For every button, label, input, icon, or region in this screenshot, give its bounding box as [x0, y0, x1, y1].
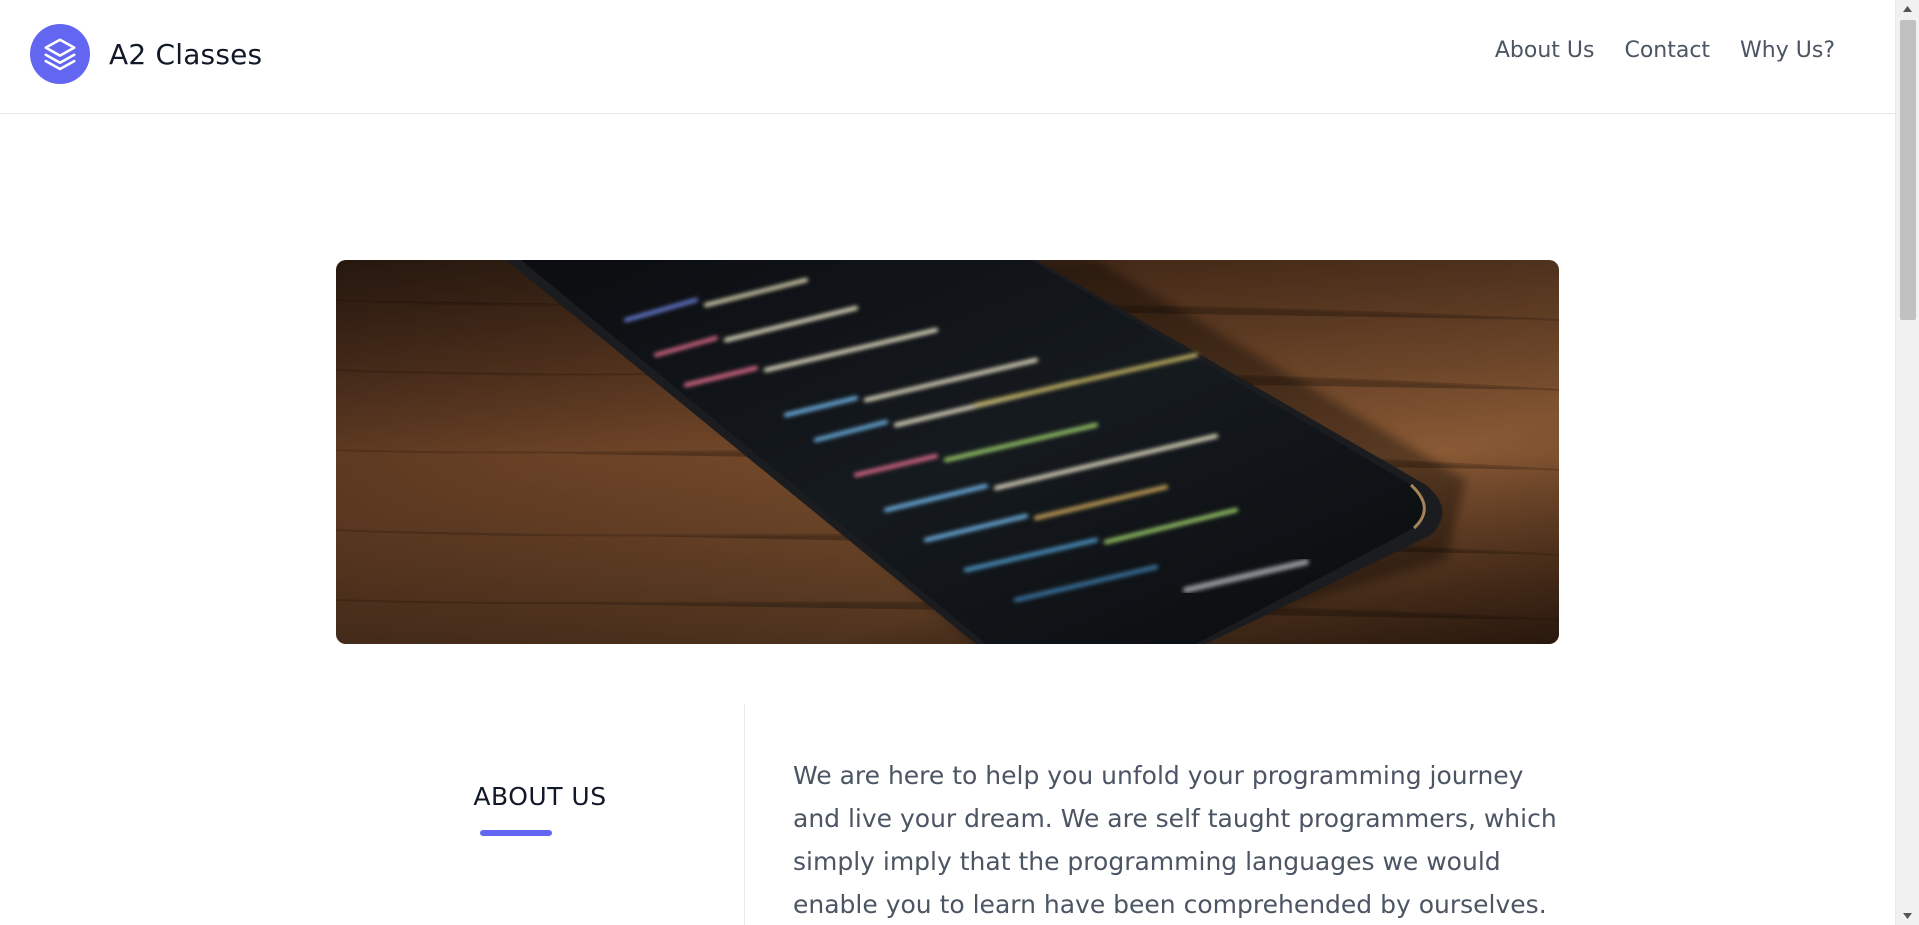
- main-nav: About Us Contact Why Us?: [1495, 38, 1835, 63]
- brand[interactable]: A2 Classes: [30, 24, 262, 84]
- nav-link-why-us[interactable]: Why Us?: [1740, 38, 1835, 63]
- hero-image: [336, 260, 1559, 644]
- page: A2 Classes About Us Contact Why Us? ABOU…: [0, 0, 1895, 925]
- scroll-down-arrow-icon[interactable]: [1896, 907, 1919, 925]
- scroll-up-arrow-icon[interactable]: [1896, 0, 1919, 18]
- nav-link-contact[interactable]: Contact: [1624, 38, 1710, 63]
- layers-icon: [30, 24, 90, 84]
- section-divider: [744, 704, 745, 925]
- nav-link-about-us[interactable]: About Us: [1495, 38, 1595, 63]
- vertical-scrollbar[interactable]: [1895, 0, 1919, 925]
- about-paragraph: We are here to help you unfold your prog…: [793, 761, 1557, 919]
- about-heading: ABOUT US: [473, 782, 607, 811]
- about-heading-block: ABOUT US: [336, 704, 744, 925]
- scrollbar-thumb[interactable]: [1900, 20, 1916, 320]
- site-header: A2 Classes About Us Contact Why Us?: [0, 0, 1895, 114]
- browser-viewport: A2 Classes About Us Contact Why Us? ABOU…: [0, 0, 1919, 925]
- heading-underline: [480, 830, 552, 836]
- brand-name: A2 Classes: [109, 37, 263, 71]
